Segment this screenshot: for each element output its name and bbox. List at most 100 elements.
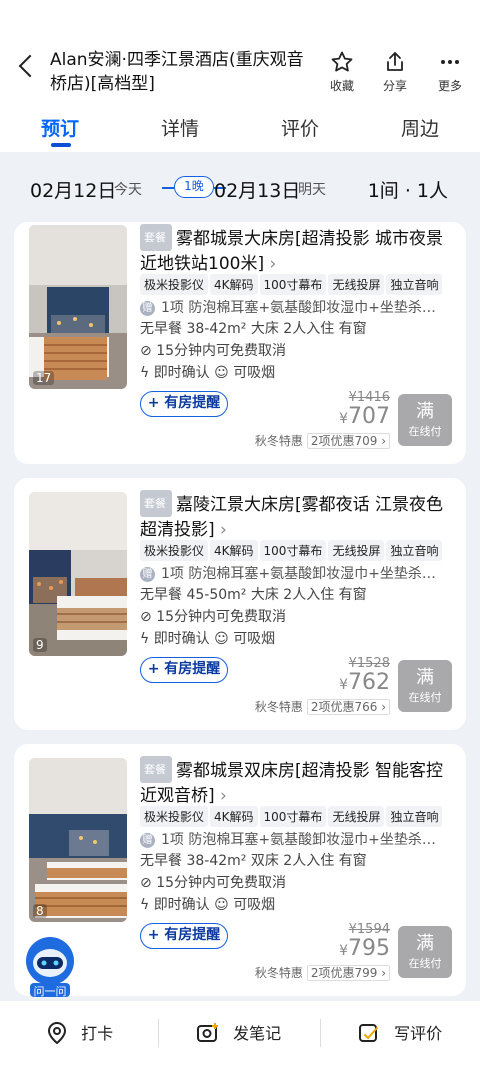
check-circle-icon: ⊘ [140, 875, 157, 891]
checkin-label: 打卡 [81, 1024, 114, 1043]
divider [158, 1019, 159, 1047]
share-icon [387, 52, 403, 71]
nights-badge: 1晚 [174, 176, 214, 198]
discount-box: 2项优惠766 › [306, 699, 390, 715]
sold-out-label: 满 [416, 401, 434, 422]
room-name-text: 雾都城景大床房[超清投影 城市夜景 近地铁站100米] [140, 229, 444, 274]
plus-icon: + [147, 927, 165, 943]
feature-tag: 100寸幕布 [259, 274, 327, 295]
tab-booking[interactable]: 预订 [20, 114, 100, 141]
pay-online-label: 在线付 [408, 957, 442, 970]
room-card[interactable]: 17 套餐 雾都城景大床房[超清投影 城市夜景 近地铁站100米] › 极米投影仪… [14, 222, 466, 464]
tab-reviews[interactable]: 评价 [260, 114, 340, 141]
room-photo-image [29, 758, 127, 922]
sold-out-button[interactable]: 满在线付 [398, 660, 452, 712]
room-info: 无早餐 38-42m² 双床 2人入住 有窗 [140, 853, 367, 869]
discount-text: 2项优惠766 [310, 700, 378, 714]
feature-tag: 无线投屏 [328, 274, 385, 295]
package-line[interactable]: 赠 1项 防泡棉耳塞+氨基酸卸妆湿巾+坐垫杀… [140, 563, 450, 583]
feature-tag: 无线投屏 [328, 540, 385, 561]
feature-tags: 极米投影仪 4K解码 100寸幕布 无线投屏 独立音响 [140, 274, 460, 296]
date-selector[interactable]: 02月12日 今天 1晚 02月13日 明天 1间 · 1人 [14, 162, 466, 214]
room-photo[interactable]: 17 [29, 225, 127, 389]
check-circle-icon: ⊘ [140, 343, 157, 359]
package-badge: 套餐 [140, 490, 172, 517]
checkin-button[interactable]: 打卡 [46, 1020, 113, 1045]
hotel-title: Alan安澜·四季江景酒店(重庆观音桥店)[高档型] [50, 50, 304, 94]
divider [320, 1019, 321, 1047]
feature-tag: 4K解码 [210, 806, 258, 827]
tab-nearby[interactable]: 周边 [380, 114, 460, 141]
confirm-smoking: ϟ 即时确认 ☺ 可吸烟 [140, 894, 275, 914]
write-review-button[interactable]: 写评价 [357, 1020, 442, 1045]
gift-icon: 赠 [140, 833, 155, 848]
sold-out-button[interactable]: 满在线付 [398, 394, 452, 446]
confirm-text: 即时确认 [153, 631, 210, 647]
feature-tag: 无线投屏 [328, 806, 385, 827]
checkin-date[interactable]: 02月12日 [30, 176, 116, 203]
assistant-button[interactable]: 问一问 [22, 935, 78, 998]
room-card[interactable]: 8 套餐 雾都城景双床房[超清投影 智能客控 近观音桥] › 极米投影仪 4K解码 1… [14, 744, 466, 996]
room-alert-label: 有房提醒 [164, 927, 221, 943]
sold-out-button[interactable]: 满在线付 [398, 926, 452, 978]
tab-bar: 预订 详情 评价 周边 [0, 100, 480, 152]
room-photo-image [29, 225, 127, 389]
star-icon [331, 51, 353, 72]
room-alert-button[interactable]: + 有房提醒 [140, 391, 228, 417]
cancel-policy-text: 15分钟内可免费取消 [156, 875, 287, 891]
smoking-icon: ☺ [214, 631, 234, 647]
package-line[interactable]: 赠 1项 防泡棉耳塞+氨基酸卸妆湿巾+坐垫杀… [140, 297, 450, 317]
price-value: 762 [348, 670, 390, 695]
gift-icon: 赠 [140, 301, 155, 316]
feature-tag: 100寸幕布 [259, 806, 327, 827]
write-review-label: 写评价 [394, 1024, 443, 1043]
room-name-text: 嘉陵江景大床房[雾都夜话 江景夜色 超清投影] [140, 495, 444, 540]
original-price: ¥1416 [348, 390, 390, 405]
write-note-label: 发笔记 [233, 1024, 282, 1043]
room-alert-button[interactable]: + 有房提醒 [140, 923, 228, 949]
more-dots-icon [441, 60, 459, 64]
share-button[interactable]: 分享 [373, 50, 417, 94]
tab-details[interactable]: 详情 [140, 114, 220, 141]
room-alert-button[interactable]: + 有房提醒 [140, 657, 228, 683]
promo-label: 秋冬特惠 [254, 700, 303, 714]
promo-label: 秋冬特惠 [254, 966, 303, 980]
more-button[interactable]: 更多 [428, 50, 472, 94]
confirm-text: 即时确认 [153, 365, 210, 381]
share-label: 分享 [382, 79, 407, 93]
favorite-label: 收藏 [329, 79, 354, 93]
promo-line[interactable]: 秋冬特惠 2项优惠766 › [255, 698, 390, 715]
smoking-text: 可吸烟 [233, 631, 276, 647]
discount-text: 2项优惠709 [310, 434, 378, 448]
room-photo[interactable]: 8 [29, 758, 127, 922]
write-note-button[interactable]: 发笔记 [196, 1020, 281, 1045]
confirm-smoking: ϟ 即时确认 ☺ 可吸烟 [140, 362, 275, 382]
checkout-date[interactable]: 02月13日 [214, 176, 300, 203]
room-card[interactable]: 9 套餐 嘉陵江景大床房[雾都夜话 江景夜色 超清投影] › 极米投影仪 4K解码 1… [14, 478, 466, 730]
room-name[interactable]: 套餐 雾都城景大床房[超清投影 城市夜景 近地铁站100米] › [140, 224, 456, 277]
feature-tags: 极米投影仪 4K解码 100寸幕布 无线投屏 独立音响 [140, 806, 460, 828]
room-photo-image [29, 492, 127, 656]
chevron-right-icon: › [214, 786, 227, 806]
promo-line[interactable]: 秋冬特惠 2项优惠799 › [255, 964, 390, 981]
back-arrow-icon[interactable] [18, 54, 42, 78]
room-photo[interactable]: 9 [29, 492, 127, 656]
package-line[interactable]: 赠 1项 防泡棉耳塞+氨基酸卸妆湿巾+坐垫杀… [140, 829, 450, 849]
promo-line[interactable]: 秋冬特惠 2项优惠709 › [255, 432, 390, 449]
lightning-icon: ϟ [140, 365, 154, 381]
location-pin-icon [47, 1021, 67, 1045]
package-desc: 防泡棉耳塞+氨基酸卸妆湿巾+坐垫杀… [188, 300, 436, 316]
package-desc: 防泡棉耳塞+氨基酸卸妆湿巾+坐垫杀… [188, 832, 436, 848]
rooms-guests-selector[interactable]: 1间 · 1人 [368, 176, 448, 203]
package-badge: 套餐 [140, 224, 172, 251]
tab-indicator [51, 143, 71, 147]
room-name[interactable]: 套餐 雾都城景双床房[超清投影 智能客控 近观音桥] › [140, 756, 456, 809]
room-alert-label: 有房提醒 [164, 395, 221, 411]
feature-tag: 极米投影仪 [140, 274, 209, 295]
camera-note-icon [197, 1023, 218, 1042]
cancel-policy-text: 15分钟内可免费取消 [156, 343, 287, 359]
favorite-button[interactable]: 收藏 [320, 50, 364, 94]
discount-box: 2项优惠709 › [306, 433, 390, 449]
feature-tag: 独立音响 [386, 806, 443, 827]
room-name[interactable]: 套餐 嘉陵江景大床房[雾都夜话 江景夜色 超清投影] › [140, 490, 456, 543]
